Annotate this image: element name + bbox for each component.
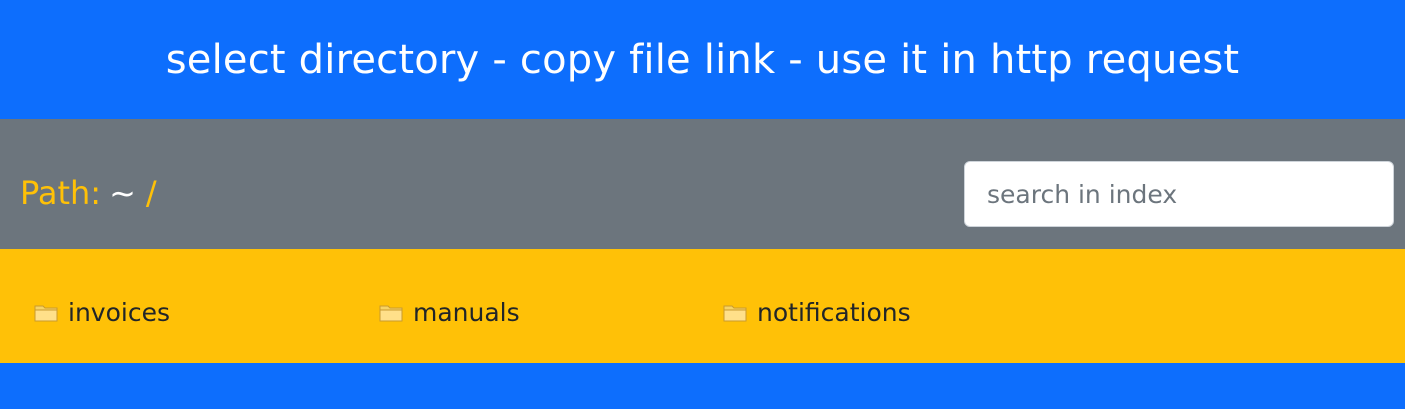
breadcrumb-separator: / bbox=[145, 174, 157, 212]
directory-item-invoices[interactable]: invoices bbox=[34, 298, 170, 327]
directory-item-manuals[interactable]: manuals bbox=[379, 298, 520, 327]
search-input[interactable] bbox=[964, 161, 1394, 227]
footer bbox=[0, 363, 1405, 409]
path-label: Path: bbox=[20, 174, 102, 212]
header: select directory - copy file link - use … bbox=[0, 0, 1405, 119]
folder-icon bbox=[379, 305, 403, 321]
breadcrumb-home-link[interactable]: ~ bbox=[109, 174, 136, 212]
directory-name: invoices bbox=[68, 298, 170, 327]
directory-name: manuals bbox=[413, 298, 520, 327]
directory-name: notifications bbox=[757, 298, 911, 327]
path-bar: Path: ~ / bbox=[0, 119, 1405, 249]
directory-item-notifications[interactable]: notifications bbox=[723, 298, 911, 327]
page-title: select directory - copy file link - use … bbox=[165, 36, 1240, 83]
breadcrumb: Path: ~ / bbox=[20, 173, 157, 213]
folder-icon bbox=[723, 305, 747, 321]
folder-icon bbox=[34, 305, 58, 321]
page: select directory - copy file link - use … bbox=[0, 0, 1405, 409]
directory-list: invoices manuals notifications bbox=[0, 249, 1405, 363]
